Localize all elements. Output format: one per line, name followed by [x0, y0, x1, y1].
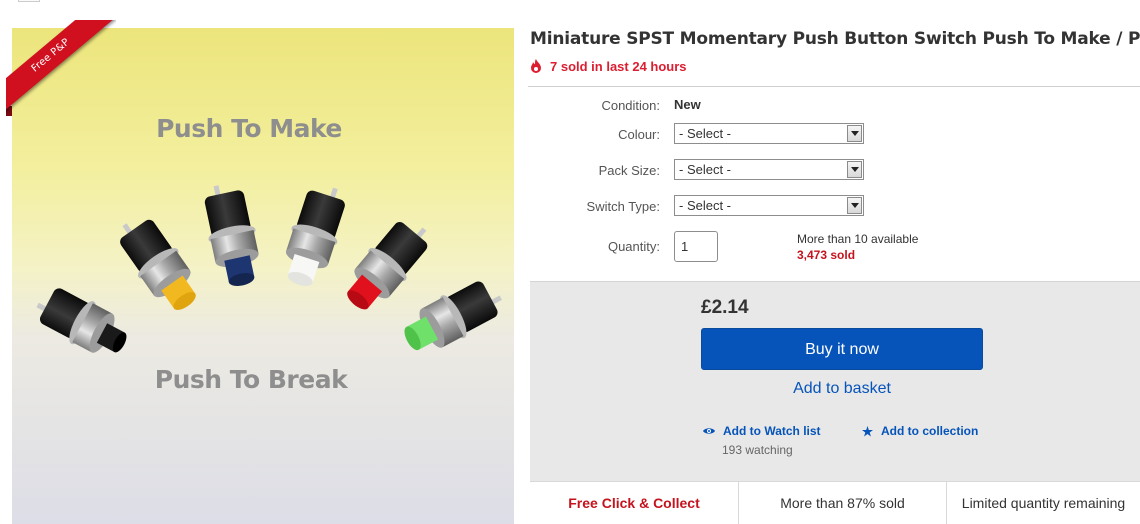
limited-quantity: Limited quantity remaining: [961, 495, 1126, 511]
title-divider: [528, 86, 1140, 87]
free-click-collect: Free Click & Collect: [530, 482, 739, 524]
chevron-down-icon[interactable]: [847, 197, 862, 214]
flame-icon: [531, 59, 541, 73]
pack-size-select[interactable]: - Select -: [674, 159, 864, 180]
watching-count: 193 watching: [722, 443, 793, 457]
recent-sales-text: 7 sold in last 24 hours: [550, 58, 687, 74]
highlights-strip: Free Click & Collect More than 87% sold …: [530, 481, 1140, 524]
eye-icon: [703, 428, 715, 434]
quantity-label: Quantity:: [607, 239, 660, 254]
pack-size-select-value: - Select -: [679, 162, 732, 177]
colour-select-value: - Select -: [679, 126, 732, 141]
pack-size-label: Pack Size:: [598, 163, 660, 178]
availability-text: More than 10 available: [797, 232, 919, 246]
free-pp-ribbon: Free P&P: [6, 20, 116, 116]
buy-it-now-button[interactable]: Buy it now: [701, 328, 983, 370]
product-page: Push To Make Push To Break Free P&P Mini…: [0, 0, 1140, 524]
switch-type-label: Switch Type:: [586, 199, 660, 214]
total-sold-link[interactable]: 3,473 sold: [797, 248, 855, 262]
condition-label: Condition:: [601, 98, 660, 113]
product-title: Miniature SPST Momentary Push Button Swi…: [530, 29, 1140, 49]
add-to-collection-link[interactable]: Add to collection: [862, 424, 978, 438]
quantity-input[interactable]: 1: [674, 231, 718, 262]
watch-list-label: Add to Watch list: [723, 424, 821, 438]
switch-type-select[interactable]: - Select -: [674, 195, 864, 216]
colour-label: Colour:: [618, 127, 660, 142]
chevron-down-icon[interactable]: [847, 161, 862, 178]
free-pp-badge-text: Free P&P: [29, 36, 72, 75]
add-to-watch-list-link[interactable]: Add to Watch list: [703, 424, 821, 438]
switch-type-select-value: - Select -: [679, 198, 732, 213]
ribbon-band: Free P&P: [6, 20, 116, 114]
chevron-down-icon[interactable]: [847, 125, 862, 142]
colour-select[interactable]: - Select -: [674, 123, 864, 144]
star-icon: [862, 425, 873, 436]
price: £2.14: [701, 297, 749, 318]
percent-sold: More than 87% sold: [739, 482, 947, 524]
add-to-basket-button[interactable]: Add to basket: [701, 380, 983, 398]
condition-value: New: [674, 97, 701, 112]
top-checkbox-edge: [18, 0, 40, 2]
recent-sales: 7 sold in last 24 hours: [530, 57, 687, 75]
collection-label: Add to collection: [881, 424, 979, 438]
